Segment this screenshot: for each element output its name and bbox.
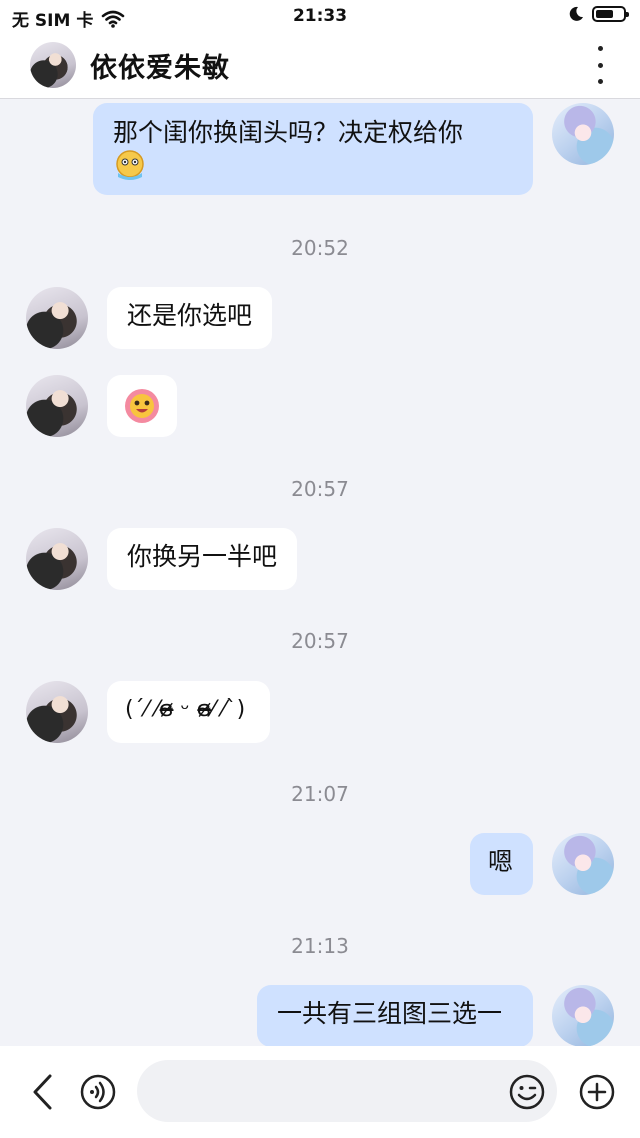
message-text: (ˊ⁄ ⁄ɞ̴̶̷ ᵕ ɞ̴̶̷⁄ ⁄ˋ) [125, 697, 246, 722]
battery-icon [592, 6, 629, 22]
message-bubble-outgoing[interactable]: 那个闺你换闺头吗？决定权给你 [93, 103, 533, 195]
emoji-icon[interactable] [509, 1074, 545, 1110]
chat-header: 依依爱朱敏 [0, 32, 640, 99]
contact-message-avatar[interactable] [26, 375, 88, 437]
contact-message-avatar[interactable] [26, 681, 88, 743]
my-avatar[interactable] [552, 985, 614, 1047]
message-text: 一共有三组图三选一 [277, 999, 503, 1028]
timestamp: 20:57 [291, 477, 349, 501]
plus-circle-icon[interactable] [579, 1074, 615, 1110]
message-bubble-incoming-emoji[interactable] [107, 375, 177, 437]
contact-avatar[interactable] [30, 42, 76, 88]
crying-emoji-icon [116, 150, 144, 180]
my-avatar[interactable] [552, 833, 614, 895]
happy-emoji-icon [125, 389, 159, 423]
more-options-icon[interactable] [590, 46, 610, 84]
voice-icon[interactable] [80, 1074, 116, 1110]
timestamp: 20:52 [291, 236, 349, 260]
contact-message-avatar[interactable] [26, 528, 88, 590]
my-avatar[interactable] [552, 103, 614, 165]
message-bubble-outgoing[interactable]: 嗯 [470, 833, 533, 895]
chevron-left-icon[interactable] [30, 1073, 54, 1111]
timestamp: 20:57 [291, 629, 349, 653]
status-time: 21:33 [292, 6, 348, 26]
message-text: 还是你选吧 [127, 301, 253, 330]
message-text: 那个闺你换闺头吗？决定权给你 [113, 118, 464, 147]
timestamp: 21:13 [291, 934, 349, 958]
message-input[interactable] [137, 1060, 557, 1122]
timestamp: 21:07 [291, 782, 349, 806]
moon-icon [569, 6, 583, 21]
status-bar: 无 SIM 卡 21:33 [0, 0, 640, 32]
message-bubble-incoming[interactable]: 你换另一半吧 [107, 528, 298, 590]
input-bar [0, 1046, 640, 1138]
message-bubble-incoming[interactable]: (ˊ⁄ ⁄ɞ̴̶̷ ᵕ ɞ̴̶̷⁄ ⁄ˋ) [107, 681, 270, 743]
message-bubble-outgoing[interactable]: 一共有三组图三选一 [257, 985, 533, 1047]
status-right [568, 6, 629, 22]
message-bubble-incoming[interactable]: 还是你选吧 [107, 287, 273, 349]
message-text: 你换另一半吧 [127, 542, 278, 571]
contact-message-avatar[interactable] [26, 287, 88, 349]
contact-name[interactable]: 依依爱朱敏 [90, 46, 230, 85]
message-text: 嗯 [488, 847, 514, 876]
